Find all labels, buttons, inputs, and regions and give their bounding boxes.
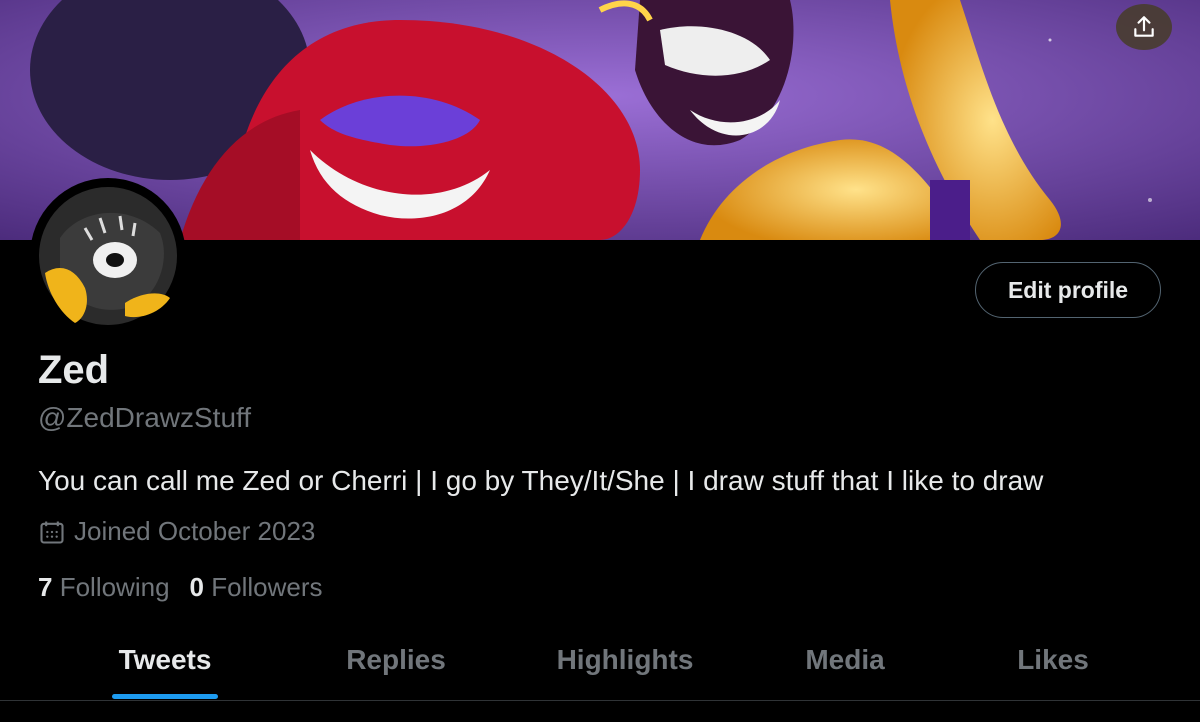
tab-media[interactable]: Media [805,620,884,700]
following-label: Following [59,572,170,602]
calendar-icon [40,521,64,544]
banner-artwork [0,0,1200,240]
following-link[interactable]: 7 Following [38,572,170,603]
avatar[interactable] [30,178,186,334]
followers-label: Followers [211,572,323,602]
profile-handle: @ZedDrawzStuff [38,402,252,433]
active-tab-indicator [112,694,218,699]
profile-banner[interactable] [0,0,1200,240]
share-upload-icon [1134,16,1154,37]
tab-tweets[interactable]: Tweets [119,620,212,700]
tab-replies[interactable]: Replies [346,620,446,700]
follow-stats: 7 Following 0 Followers [38,572,322,603]
edit-profile-button[interactable]: Edit profile [975,262,1161,318]
following-count: 7 [38,572,53,602]
profile-name: Zed [38,348,110,392]
avatar-image [33,181,183,331]
tab-highlights[interactable]: Highlights [557,620,694,700]
followers-link[interactable]: 0 Followers [190,572,323,603]
tab-likes[interactable]: Likes [1017,620,1089,700]
followers-count: 0 [189,572,204,602]
share-button[interactable] [1116,4,1172,50]
joined-date: Joined October 2023 [38,516,315,547]
profile-tabs: Tweets Replies Highlights Media Likes [0,620,1200,701]
profile-bio: You can call me Zed or Cherri | I go by … [38,465,1044,496]
joined-text: Joined October 2023 [74,516,316,546]
